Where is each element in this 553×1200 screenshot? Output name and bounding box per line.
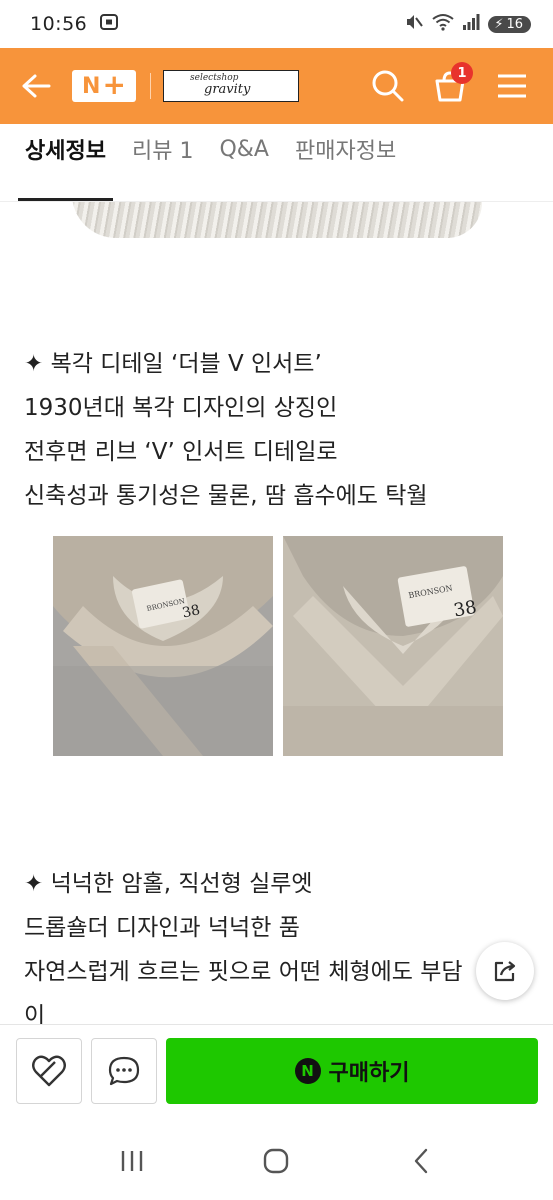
wishlist-button[interactable] (16, 1038, 82, 1104)
buy-button[interactable]: N 구매하기 (166, 1038, 538, 1104)
home-button[interactable] (246, 1131, 306, 1191)
naver-plus-logo[interactable]: N + (72, 70, 136, 102)
naver-pay-icon: N (294, 1058, 321, 1084)
talk-talk-button[interactable] (91, 1038, 157, 1104)
chevron-left-icon (414, 1148, 428, 1174)
neck-detail-photo-close: BRONSON 38 (283, 536, 503, 756)
app-header: N + selectshop gravity 1 (0, 48, 553, 124)
product-tabs: 상세정보 리뷰 1 Q&A 판매자정보 (0, 124, 553, 202)
cart-count-badge: 1 (451, 62, 473, 84)
hamburger-menu-icon (498, 74, 526, 98)
shop-logo[interactable]: selectshop gravity (163, 70, 299, 102)
signal-icon (462, 13, 480, 35)
section-heading: ✦ 복각 디테일 ‘더블 V 인서트’ (24, 351, 322, 377)
share-icon (494, 961, 516, 982)
system-back-button[interactable] (391, 1131, 451, 1191)
section-text-line: 자연스럽게 흐르는 핏으로 어떤 체형에도 부담 (24, 959, 463, 985)
garment-tag-size: 38 (452, 597, 478, 622)
status-bar: 10:56 ⚡ 16 (0, 0, 553, 48)
search-icon (372, 70, 404, 102)
sweatshirt-hem-image (72, 202, 482, 238)
battery-level: 16 (506, 16, 523, 32)
chat-bubble-icon (108, 1056, 140, 1086)
neck-detail-photo-front: BRONSON 38 (53, 536, 273, 756)
tab-reviews[interactable]: 리뷰 1 (125, 123, 200, 201)
tab-qna[interactable]: Q&A (212, 123, 276, 201)
share-button[interactable] (476, 942, 534, 1000)
buy-button-label: 구매하기 (328, 1061, 410, 1086)
system-nav-bar (0, 1122, 553, 1200)
heart-icon (32, 1055, 66, 1087)
battery-indicator: ⚡ 16 (488, 15, 531, 33)
back-button[interactable] (0, 48, 72, 124)
tab-seller-info[interactable]: 판매자정보 (288, 123, 403, 201)
home-icon (264, 1148, 289, 1174)
section-heading: ✦ 넉넉한 암홀, 직선형 실루엣 (24, 871, 313, 897)
search-button[interactable] (357, 48, 419, 124)
purchase-bar: N 구매하기 (0, 1024, 553, 1122)
section-text-line: 드롭숄더 디자인과 넉넉한 품 (24, 915, 300, 941)
status-time: 10:56 (30, 13, 88, 35)
mute-icon (404, 12, 424, 36)
wifi-icon (432, 13, 454, 35)
section-text-line: 이 (24, 1003, 46, 1024)
cart-button[interactable]: 1 (419, 48, 481, 124)
section-text-line: 신축성과 통기성은 물론, 땀 흡수에도 탁월 (24, 483, 428, 509)
charging-icon: ⚡ (494, 16, 504, 32)
recent-apps-button[interactable] (102, 1131, 162, 1191)
recent-apps-icon (121, 1151, 143, 1171)
arrow-left-icon (22, 74, 51, 98)
screenshot-icon (99, 12, 119, 36)
header-divider (150, 73, 151, 99)
section-text-line: 전후면 리브 ‘V’ 인서트 디테일로 (24, 439, 338, 465)
tab-details[interactable]: 상세정보 (18, 123, 113, 201)
detail-section-double-v: ✦ 복각 디테일 ‘더블 V 인서트’ 1930년대 복각 디자인의 상징인 전… (24, 342, 428, 518)
product-detail-content[interactable]: ✦ 복각 디테일 ‘더블 V 인서트’ 1930년대 복각 디자인의 상징인 전… (0, 202, 553, 1024)
section-text-line: 1930년대 복각 디자인의 상징인 (24, 395, 338, 421)
detail-section-silhouette: ✦ 넉넉한 암홀, 직선형 실루엣 드롭숄더 디자인과 넉넉한 품 자연스럽게 … (24, 862, 463, 1024)
menu-button[interactable] (481, 48, 543, 124)
